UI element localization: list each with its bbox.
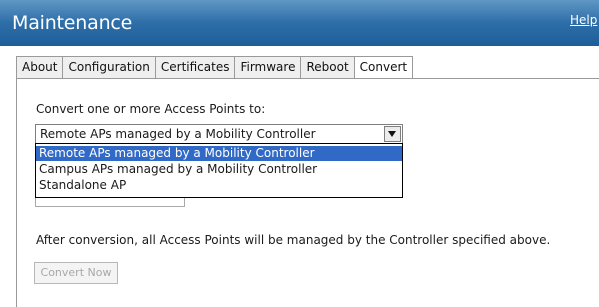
tab-about[interactable]: About	[16, 56, 63, 79]
tab-reboot[interactable]: Reboot	[300, 56, 354, 79]
help-link[interactable]: Help	[570, 13, 597, 27]
convert-options-list: Remote APs managed by a Mobility Control…	[35, 143, 403, 198]
page-title: Maintenance	[12, 12, 133, 34]
option-standalone-ap[interactable]: Standalone AP	[36, 178, 402, 193]
conversion-info-text: After conversion, all Access Points will…	[36, 233, 551, 247]
convert-target-select[interactable]: Remote APs managed by a Mobility Control…	[35, 124, 403, 144]
tab-certificates[interactable]: Certificates	[154, 56, 235, 79]
chevron-down-icon[interactable]	[384, 126, 401, 142]
tab-configuration[interactable]: Configuration	[62, 56, 155, 79]
option-campus-aps[interactable]: Campus APs managed by a Mobility Control…	[36, 162, 402, 177]
tab-firmware[interactable]: Firmware	[234, 56, 301, 79]
tab-convert[interactable]: Convert	[353, 56, 414, 79]
maintenance-tabs: About Configuration Certificates Firmwar…	[16, 56, 414, 79]
convert-now-button[interactable]: Convert Now	[34, 262, 118, 284]
option-remote-aps[interactable]: Remote APs managed by a Mobility Control…	[36, 146, 402, 161]
header-bar: Maintenance Help	[0, 0, 599, 46]
convert-prompt-label: Convert one or more Access Points to:	[36, 102, 266, 116]
select-current-value: Remote APs managed by a Mobility Control…	[40, 127, 316, 141]
